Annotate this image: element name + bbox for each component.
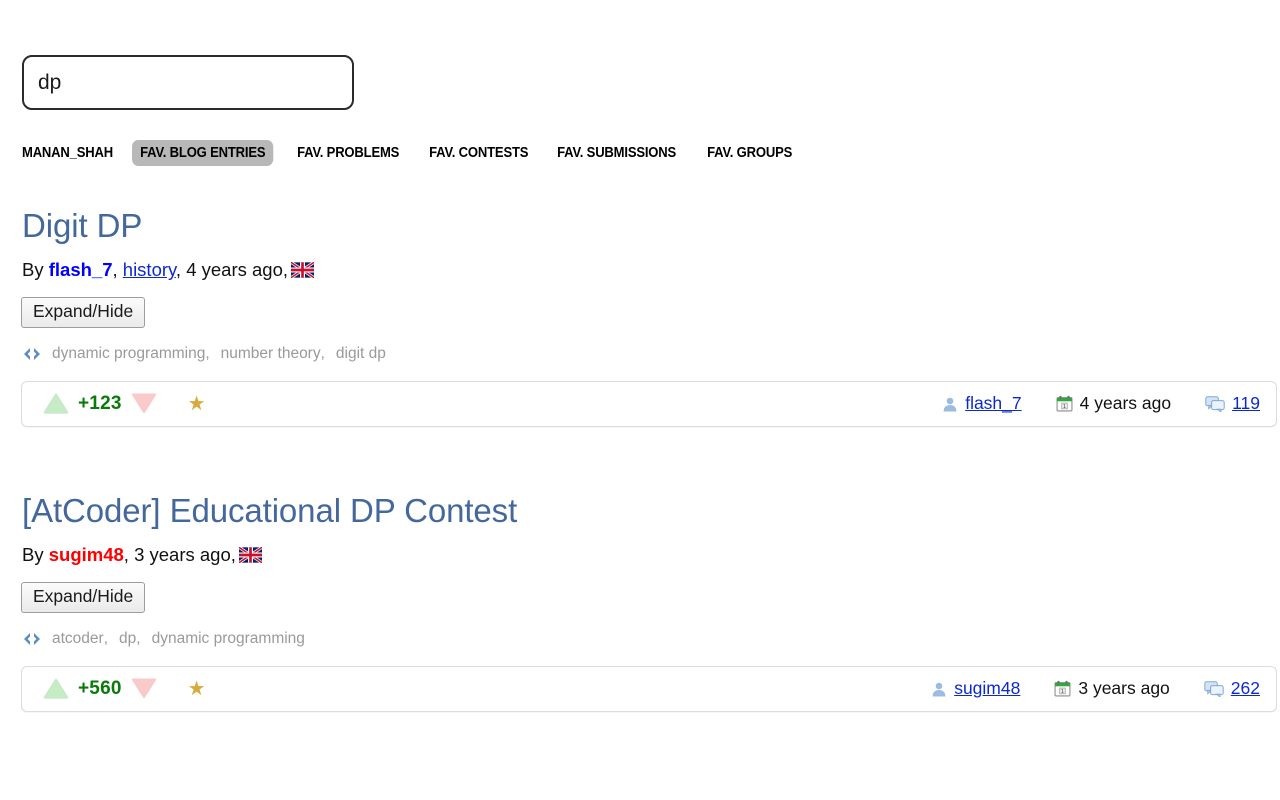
byline-comma-2: , (175, 259, 187, 281)
vote-count: +560 (78, 677, 122, 699)
sidebar-item-manan-shah[interactable]: MANAN_SHAH (22, 140, 121, 166)
favourites-nav: MANAN_SHAH FAV. BLOG ENTRIES FAV. PROBLEMS… (22, 140, 812, 166)
history-link[interactable]: history (123, 259, 176, 280)
tab-fav-problems[interactable]: FAV. PROBLEMS (289, 140, 407, 166)
byline-comma-3: , (282, 259, 289, 281)
footer-meta-group: flash_7 4 years ago 119 (942, 393, 1260, 414)
tag-link[interactable]: dp (119, 630, 136, 648)
tag-separator: , (103, 629, 109, 647)
tag-separator: , (320, 344, 325, 362)
byline-by-label: By (22, 544, 44, 566)
tag-link[interactable]: digit dp (336, 345, 386, 363)
comments-icon (1205, 396, 1225, 412)
tab-fav-groups[interactable]: FAV. GROUPS (699, 140, 800, 166)
blog-entry: [AtCoder] Educational DP Contest By sugim… (0, 492, 1280, 712)
downvote-button[interactable] (131, 394, 156, 414)
footer-comments-cell: 119 (1205, 393, 1260, 414)
byline-by-label: By (22, 259, 44, 281)
code-brackets-icon (22, 347, 42, 361)
vote-group: +123 ★ (44, 393, 206, 415)
favourite-star-icon[interactable]: ★ (188, 679, 206, 699)
vote-group: +560 ★ (44, 678, 206, 700)
blog-entry: Digit DP By flash_7, history, 4 years ago… (0, 207, 1280, 427)
tag-separator: , (205, 344, 210, 362)
code-brackets-icon (22, 632, 42, 646)
search-box-container (22, 55, 354, 110)
blog-entry-byline: By sugim48, 3 years ago, (22, 543, 1280, 566)
footer-author-link[interactable]: sugim48 (954, 678, 1020, 699)
tag-link[interactable]: dynamic programming (52, 345, 205, 363)
calendar-icon (1054, 680, 1071, 697)
vote-count: +123 (78, 392, 122, 414)
blog-entry-byline: By flash_7, history, 4 years ago, (22, 258, 1280, 281)
footer-meta-group: sugim48 3 years ago 262 (931, 678, 1260, 699)
blog-entry-age: 4 years ago (186, 259, 283, 281)
tab-fav-contests[interactable]: FAV. CONTESTS (421, 140, 536, 166)
user-icon (931, 681, 947, 697)
tag-separator: , (136, 629, 141, 647)
byline-comma: , (123, 544, 135, 566)
calendar-icon (1056, 395, 1073, 412)
byline-comma: , (112, 259, 123, 281)
footer-author-cell: sugim48 (931, 678, 1020, 699)
favourite-star-icon[interactable]: ★ (188, 394, 206, 414)
footer-date-cell: 4 years ago (1056, 393, 1171, 414)
blog-entry-tags: atcoder, dp, dynamic programming (22, 630, 1280, 648)
tag-link[interactable]: number theory (221, 345, 321, 363)
byline-comma-3: , (230, 544, 236, 566)
blog-entry-tags: dynamic programming, number theory, digit … (22, 345, 1280, 363)
footer-age: 3 years ago (1078, 678, 1170, 699)
footer-date-cell: 3 years ago (1054, 678, 1170, 699)
tag-link[interactable]: dynamic programming (152, 630, 305, 648)
page-root: MANAN_SHAH FAV. BLOG ENTRIES FAV. PROBLEMS… (0, 0, 1280, 800)
tag-link[interactable]: atcoder (52, 630, 104, 648)
tab-fav-submissions[interactable]: FAV. SUBMISSIONS (549, 140, 684, 166)
blog-entry-footer: +123 ★ flash_7 4 years ago 119 (21, 380, 1277, 427)
downvote-button[interactable] (131, 679, 156, 699)
footer-author-cell: flash_7 (942, 393, 1022, 414)
footer-age: 4 years ago (1079, 393, 1172, 414)
footer-comments-cell: 262 (1204, 678, 1260, 699)
upvote-button[interactable] (44, 394, 68, 414)
blog-entry-title[interactable]: Digit DP (22, 207, 1280, 244)
expand-hide-button[interactable]: Expand/Hide (21, 582, 146, 613)
upvote-button[interactable] (44, 679, 68, 699)
search-input[interactable] (22, 55, 354, 110)
uk-flag-icon (291, 262, 314, 278)
user-icon (942, 396, 958, 412)
author-link[interactable]: flash_7 (49, 259, 113, 280)
tab-fav-blog-entries[interactable]: FAV. BLOG ENTRIES (132, 140, 274, 166)
blog-entry-age: 3 years ago (134, 544, 231, 566)
expand-hide-button[interactable]: Expand/Hide (21, 297, 146, 328)
comments-icon (1204, 681, 1224, 697)
blog-entry-title[interactable]: [AtCoder] Educational DP Contest (22, 492, 1280, 529)
comment-count-link[interactable]: 262 (1231, 678, 1260, 699)
comment-count-link[interactable]: 119 (1232, 393, 1260, 414)
uk-flag-icon (239, 547, 262, 563)
blog-entry-footer: +560 ★ sugim48 3 years ago 262 (21, 665, 1277, 712)
footer-author-link[interactable]: flash_7 (965, 393, 1021, 414)
author-link[interactable]: sugim48 (49, 544, 124, 565)
